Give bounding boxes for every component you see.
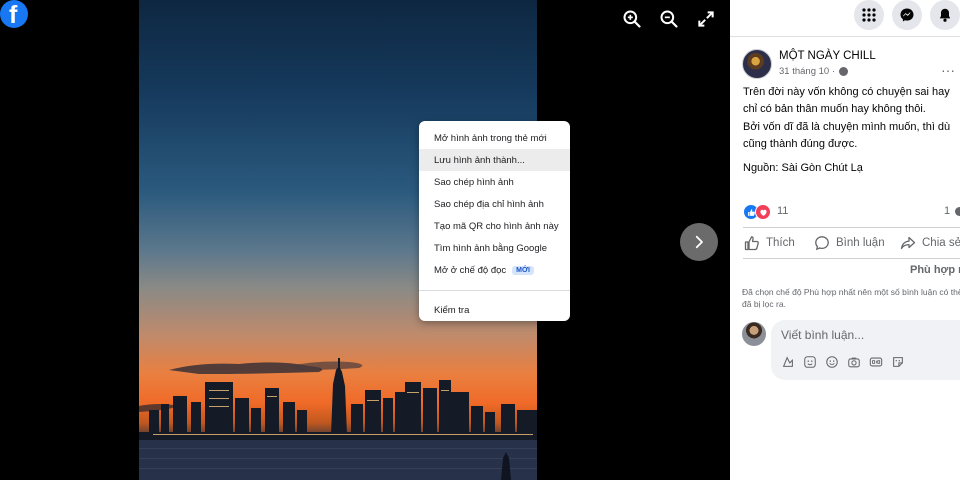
reaction-count[interactable]: 11 [777, 205, 788, 217]
menu-item-label: Sao chép hình ảnh [434, 176, 514, 188]
share-button[interactable]: Chia sẻ [900, 235, 960, 251]
menu-search-image-google[interactable]: Tìm hình ảnh bằng Google [419, 237, 570, 259]
post-text-line: Trên đời này vốn không có chuyện sai hay [743, 86, 950, 98]
thumbs-up-icon [744, 236, 759, 251]
like-button[interactable]: Thích [744, 235, 795, 251]
comment-button[interactable]: Bình luận [814, 235, 885, 251]
menu-open-reading-mode[interactable]: Mở ở chế độ đọc MỚI [419, 259, 570, 281]
sticker-icon [804, 356, 816, 368]
photo-viewer: f Mở hình ảnh trong thẻ mới Lưu hình ảnh… [0, 0, 730, 480]
post-author[interactable]: MỘT NGÀY CHILL [779, 50, 876, 62]
sticker-button[interactable] [803, 355, 817, 369]
avatar-sticker-button[interactable] [781, 355, 795, 369]
share-arrow-icon [900, 236, 916, 250]
current-user-avatar[interactable] [742, 322, 766, 346]
comment-count-icon [955, 206, 960, 216]
menu-item-label: Lưu hình ảnh thành... [434, 154, 525, 166]
post-date-text: 31 tháng 10 · [779, 66, 835, 77]
gif-button[interactable] [869, 355, 883, 369]
notifications-button[interactable] [930, 0, 960, 30]
comment-input[interactable] [781, 328, 960, 342]
post-body: Trên đời này vốn không có chuyện sai hay… [743, 84, 950, 154]
menu-copy-image[interactable]: Sao chép hình ảnh [419, 171, 570, 193]
more-options-icon[interactable]: ··· [941, 62, 955, 78]
comment-sort-note: Đã chọn chế độ Phù hợp nhất nên một số b… [742, 287, 960, 309]
menu-create-qr-code[interactable]: Tạo mã QR cho hình ảnh này [419, 215, 570, 237]
chevron-right-icon [695, 235, 703, 249]
menu-item-label: Tạo mã QR cho hình ảnh này [434, 220, 559, 232]
comment-bubble-icon [815, 236, 829, 251]
like-label: Thích [766, 237, 795, 249]
gif-icon [869, 357, 883, 367]
sticker-alt-icon [893, 357, 903, 367]
post-source: Nguồn: Sài Gòn Chút Lạ [743, 162, 863, 174]
comment-label: Bình luận [836, 237, 885, 249]
grid-menu-icon [862, 8, 876, 22]
sticker-alt-button[interactable] [891, 355, 905, 369]
messenger-icon [900, 8, 914, 22]
fullscreen-icon [698, 11, 714, 27]
globe-icon [839, 67, 848, 76]
love-reaction-icon [755, 204, 771, 220]
fullscreen-button[interactable] [695, 8, 717, 30]
actions-divider-bottom [743, 258, 960, 259]
page-avatar[interactable] [742, 49, 772, 79]
zoom-in-icon [623, 10, 641, 28]
post-side-panel: MỘT NGÀY CHILL 31 tháng 10 · ··· Trên đờ… [730, 0, 960, 480]
emoji-icon [826, 356, 838, 368]
menu-grid-button[interactable] [854, 0, 884, 30]
menu-copy-image-address[interactable]: Sao chép địa chỉ hình ảnh [419, 193, 570, 215]
menu-separator [419, 290, 570, 291]
menu-open-image-new-tab[interactable]: Mở hình ảnh trong thẻ mới [419, 127, 570, 149]
actions-divider-top [743, 227, 960, 228]
facebook-logo[interactable]: f [0, 0, 28, 29]
camera-icon [848, 357, 860, 368]
emoji-button[interactable] [825, 355, 839, 369]
facebook-logo-letter: f [9, 1, 18, 29]
comment-composer [771, 320, 960, 380]
comment-sort-dropdown[interactable]: Phù hợp n [910, 264, 960, 276]
avatar-sticker-icon [782, 356, 793, 367]
new-badge: MỚI [512, 265, 534, 275]
browser-context-menu: Mở hình ảnh trong thẻ mới Lưu hình ảnh t… [419, 121, 570, 321]
next-photo-button[interactable] [680, 223, 718, 261]
zoom-out-icon [660, 10, 678, 28]
zoom-in-button[interactable] [621, 8, 643, 30]
messenger-button[interactable] [892, 0, 922, 30]
menu-item-label: Mở hình ảnh trong thẻ mới [434, 132, 547, 144]
menu-inspect[interactable]: Kiểm tra [419, 299, 570, 321]
post-timestamp[interactable]: 31 tháng 10 · [779, 66, 848, 77]
menu-item-label: Kiểm tra [434, 304, 470, 316]
zoom-out-button[interactable] [658, 8, 680, 30]
bell-icon [939, 8, 951, 22]
comment-count[interactable]: 1 [944, 205, 960, 217]
menu-item-label: Mở ở chế độ đọc [434, 264, 507, 276]
post-text-line: chỉ có bản thân muốn hay không thôi. [743, 103, 926, 116]
post-text-line: Bởi vốn dĩ đã là chuyện mình muốn, thì d… [743, 120, 951, 133]
menu-item-label: Tìm hình ảnh bằng Google [434, 242, 548, 254]
share-label: Chia sẻ [922, 237, 960, 249]
reaction-icons[interactable] [743, 204, 773, 220]
comment-count-text: 1 [944, 205, 951, 217]
post-text-line: cũng thành đúng được. [743, 138, 858, 151]
header-divider [730, 36, 960, 37]
photo-upload-button[interactable] [847, 355, 861, 369]
menu-item-label: Sao chép địa chỉ hình ảnh [434, 198, 544, 210]
menu-save-image-as[interactable]: Lưu hình ảnh thành... [419, 149, 570, 171]
